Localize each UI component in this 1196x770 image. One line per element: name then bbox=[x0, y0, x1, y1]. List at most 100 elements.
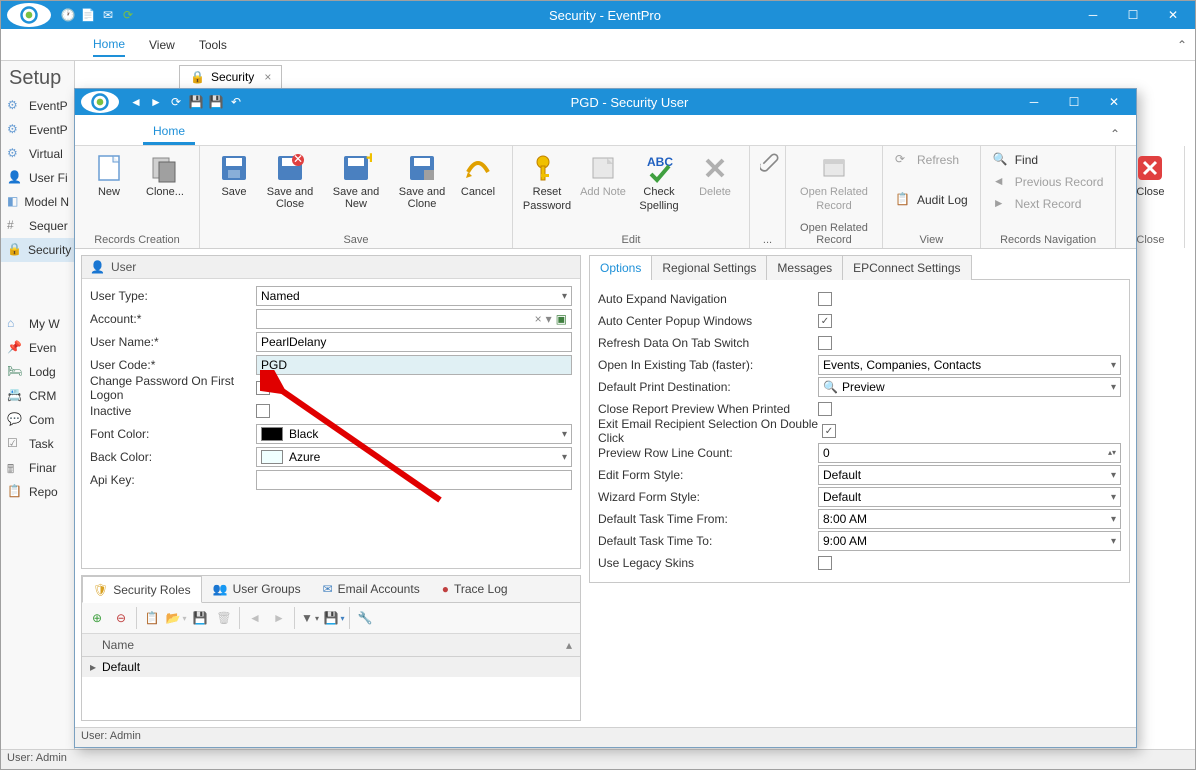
tab-messages[interactable]: Messages bbox=[766, 255, 843, 280]
tb-copy-button[interactable]: 📋 bbox=[141, 607, 163, 629]
refresh-button[interactable]: ⟳Refresh bbox=[891, 150, 972, 170]
api-key-input[interactable] bbox=[256, 470, 572, 490]
tab-email-accounts[interactable]: ✉Email Accounts bbox=[312, 576, 431, 602]
back-color-select[interactable]: Azure bbox=[256, 447, 572, 467]
nav-virtual[interactable]: ⚙Virtual bbox=[1, 142, 74, 166]
tb-remove-button[interactable]: ⊖ bbox=[110, 607, 132, 629]
reset-password-button[interactable]: ResetPassword bbox=[521, 150, 573, 214]
tab-trace-log[interactable]: ●Trace Log bbox=[431, 576, 519, 602]
delete-button[interactable]: Delete bbox=[689, 150, 741, 200]
dialog-qat-refresh-icon[interactable]: ⟳ bbox=[167, 93, 185, 111]
nav-event[interactable]: 📌Even bbox=[1, 336, 74, 360]
ribbon-collapse-icon[interactable]: ⌃ bbox=[1177, 38, 1187, 52]
save-close-button[interactable]: ✕Save and Close bbox=[264, 150, 316, 212]
cancel-button[interactable]: Cancel bbox=[452, 150, 504, 200]
refresh-tab-checkbox[interactable] bbox=[818, 336, 832, 350]
exit-email-checkbox[interactable]: ✓ bbox=[822, 424, 836, 438]
dialog-qat-saveclose-icon[interactable]: 💾 bbox=[207, 93, 225, 111]
inactive-checkbox[interactable] bbox=[256, 404, 270, 418]
close-record-button[interactable]: Close bbox=[1124, 150, 1176, 200]
auto-center-checkbox[interactable]: ✓ bbox=[818, 314, 832, 328]
close-report-checkbox[interactable] bbox=[818, 402, 832, 416]
nav-reports[interactable]: 📋Repo bbox=[1, 480, 74, 504]
edit-style-select[interactable]: Default bbox=[818, 465, 1121, 485]
qat-document-icon[interactable]: 📄 bbox=[79, 6, 97, 24]
tb-save-button[interactable]: 💾 bbox=[189, 607, 211, 629]
auto-expand-checkbox[interactable] bbox=[818, 292, 832, 306]
dialog-qat-save-icon[interactable]: 💾 bbox=[187, 93, 205, 111]
lookup-icon[interactable]: ▣ bbox=[556, 312, 567, 326]
sort-icon[interactable]: ▴ bbox=[566, 638, 572, 652]
open-related-button[interactable]: Open RelatedRecord bbox=[794, 150, 874, 214]
tb-next-button[interactable]: ► bbox=[268, 607, 290, 629]
nav-security[interactable]: 🔒Security bbox=[1, 238, 74, 262]
nav-eventp1[interactable]: ⚙EventP bbox=[1, 94, 74, 118]
nav-userfi[interactable]: 👤User Fi bbox=[1, 166, 74, 190]
dialog-close-button[interactable]: ✕ bbox=[1094, 88, 1134, 116]
dialog-qat-forward-icon[interactable]: ► bbox=[147, 93, 165, 111]
print-dest-select[interactable]: 🔍Preview bbox=[818, 377, 1121, 397]
menu-home[interactable]: Home bbox=[93, 33, 125, 57]
tab-close-icon[interactable]: × bbox=[264, 70, 271, 84]
grid-row[interactable]: ▸Default bbox=[82, 657, 580, 677]
dialog-qat-undo-icon[interactable]: ↶ bbox=[227, 93, 245, 111]
tab-regional[interactable]: Regional Settings bbox=[651, 255, 767, 280]
find-button[interactable]: 🔍Find bbox=[989, 150, 1108, 170]
add-note-button[interactable]: Add Note bbox=[577, 150, 629, 200]
nav-com[interactable]: 💬Com bbox=[1, 408, 74, 432]
tb-add-button[interactable]: ⊕ bbox=[86, 607, 108, 629]
minimize-button[interactable]: ─ bbox=[1073, 1, 1113, 29]
qat-mail-icon[interactable]: ✉ bbox=[99, 6, 117, 24]
dialog-maximize-button[interactable]: ☐ bbox=[1054, 88, 1094, 116]
save-new-button[interactable]: ✚Save and New bbox=[320, 150, 392, 212]
qat-refresh-icon[interactable]: ⟳ bbox=[119, 6, 137, 24]
wizard-style-select[interactable]: Default bbox=[818, 487, 1121, 507]
user-type-select[interactable]: Named bbox=[256, 286, 572, 306]
open-existing-select[interactable]: Events, Companies, Contacts bbox=[818, 355, 1121, 375]
save-clone-button[interactable]: Save and Clone bbox=[396, 150, 448, 212]
legacy-skins-checkbox[interactable] bbox=[818, 556, 832, 570]
tb-export-button[interactable]: 💾▾ bbox=[323, 607, 345, 629]
nav-finance[interactable]: 🖩Finar bbox=[1, 456, 74, 480]
nav-crm[interactable]: 📇CRM bbox=[1, 384, 74, 408]
user-code-input[interactable]: PGD bbox=[256, 355, 572, 375]
ribbon-collapse-icon[interactable]: ⌃ bbox=[1106, 123, 1124, 145]
tb-filter-button[interactable]: ▼▾ bbox=[299, 607, 321, 629]
tb-prev-button[interactable]: ◄ bbox=[244, 607, 266, 629]
account-input[interactable]: ×▾▣ bbox=[256, 309, 572, 329]
tb-open-button[interactable]: 📂▾ bbox=[165, 607, 187, 629]
menu-view[interactable]: View bbox=[149, 34, 175, 56]
menu-tools[interactable]: Tools bbox=[199, 34, 227, 56]
tab-user-groups[interactable]: 👥User Groups bbox=[202, 576, 312, 602]
dialog-qat-back-icon[interactable]: ◄ bbox=[127, 93, 145, 111]
row-count-input[interactable]: 0 bbox=[818, 443, 1121, 463]
grid-header[interactable]: Name▴ bbox=[82, 634, 580, 657]
ribbon-tab-home[interactable]: Home bbox=[143, 120, 195, 145]
document-tab-security[interactable]: 🔒 Security × bbox=[179, 65, 282, 89]
task-to-input[interactable]: 9:00 AM bbox=[818, 531, 1121, 551]
nav-myw[interactable]: ⌂My W bbox=[1, 312, 74, 336]
nav-modeln[interactable]: ◧Model N bbox=[1, 190, 74, 214]
new-button[interactable]: New bbox=[83, 150, 135, 200]
nav-sequen[interactable]: #Sequer bbox=[1, 214, 74, 238]
attach-button[interactable] bbox=[758, 150, 782, 174]
nav-lodg[interactable]: 🛏Lodg bbox=[1, 360, 74, 384]
check-spelling-button[interactable]: ABCCheckSpelling bbox=[633, 150, 685, 214]
tab-epconnect[interactable]: EPConnect Settings bbox=[842, 255, 971, 280]
change-password-checkbox[interactable]: ✓ bbox=[256, 381, 270, 395]
nav-eventp2[interactable]: ⚙EventP bbox=[1, 118, 74, 142]
maximize-button[interactable]: ☐ bbox=[1113, 1, 1153, 29]
main-titlebar[interactable]: 🕐 📄 ✉ ⟳ Security - EventPro ─ ☐ ✕ bbox=[1, 1, 1195, 29]
nav-task[interactable]: ☑Task bbox=[1, 432, 74, 456]
tb-settings-button[interactable]: 🔧 bbox=[354, 607, 376, 629]
dialog-minimize-button[interactable]: ─ bbox=[1014, 88, 1054, 116]
qat-clock-icon[interactable]: 🕐 bbox=[59, 6, 77, 24]
dialog-titlebar[interactable]: ◄ ► ⟳ 💾 💾 ↶ PGD - Security User ─ ☐ ✕ bbox=[75, 89, 1136, 115]
save-button[interactable]: Save bbox=[208, 150, 260, 200]
tb-trash-button[interactable]: 🗑 bbox=[213, 607, 235, 629]
tab-security-roles[interactable]: 🛡Security Roles bbox=[82, 576, 202, 603]
tab-options[interactable]: Options bbox=[589, 255, 652, 280]
clear-icon[interactable]: × bbox=[535, 312, 542, 326]
task-from-input[interactable]: 8:00 AM bbox=[818, 509, 1121, 529]
clone-button[interactable]: Clone... bbox=[139, 150, 191, 200]
